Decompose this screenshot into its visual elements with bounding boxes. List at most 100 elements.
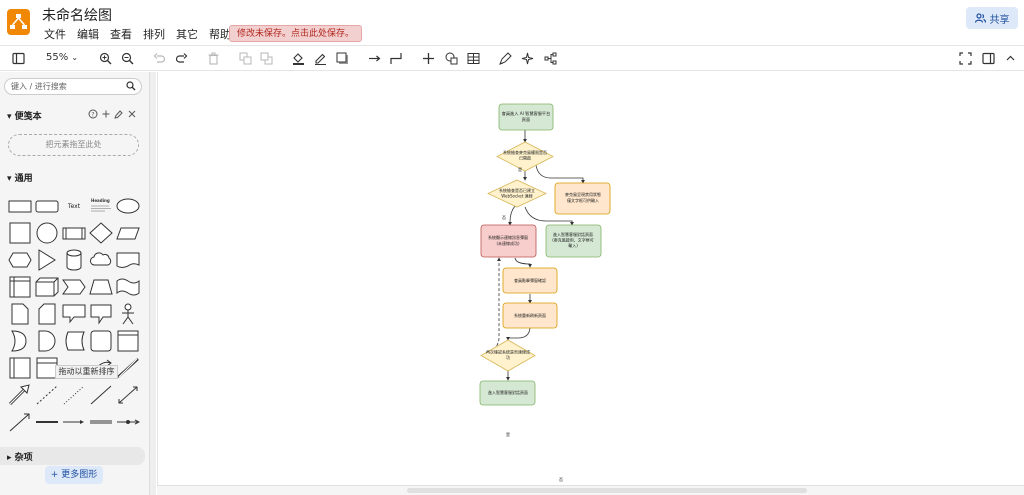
cloud-shape[interactable]: [89, 249, 113, 271]
ellipse-shape[interactable]: [116, 195, 140, 217]
note-shape[interactable]: [8, 303, 32, 325]
actor-shape[interactable]: [116, 303, 140, 325]
internal-storage-shape[interactable]: [8, 276, 32, 298]
canvas-horizontal-scrollbar[interactable]: [157, 485, 1024, 495]
container-shape[interactable]: [8, 357, 32, 379]
callout-shape[interactable]: [62, 303, 86, 325]
collapsed-triangle-icon: ▸: [7, 453, 12, 463]
to-back-icon[interactable]: [259, 51, 273, 65]
node-enter-chat: 進入智慧客服對話頁面: [479, 380, 536, 406]
document-title[interactable]: 未命名绘图: [42, 5, 112, 25]
zoom-in-icon[interactable]: [98, 51, 112, 65]
line-shape[interactable]: [89, 384, 113, 406]
shadow-icon[interactable]: [335, 51, 349, 65]
trapezoid-shape[interactable]: [89, 276, 113, 298]
line-color-icon[interactable]: [313, 51, 327, 65]
node-mic-disabled: 麥克風呈現禁用狀態 僅文字框可供輸入: [554, 182, 611, 215]
unsaved-changes-button[interactable]: 修改未保存。点击此处保存。: [229, 25, 363, 42]
search-icon[interactable]: [126, 81, 136, 91]
misc-section-header[interactable]: ▸ 杂项: [0, 447, 145, 465]
rounded-square-shape[interactable]: [89, 330, 113, 352]
square-shape[interactable]: [8, 222, 32, 244]
document-shape[interactable]: [116, 249, 140, 271]
collapse-chevron-up-icon[interactable]: [1003, 51, 1017, 65]
triangle-shape[interactable]: [35, 249, 59, 271]
link-line-shape[interactable]: [89, 411, 113, 433]
fullscreen-icon[interactable]: [958, 51, 972, 65]
sidebar-scrollbar[interactable]: [150, 72, 156, 495]
process-shape[interactable]: [62, 222, 86, 244]
menu-view[interactable]: 查看: [110, 26, 132, 42]
more-shapes-button[interactable]: + 更多图形: [45, 466, 103, 484]
drawing-canvas[interactable]: 會員進入 AI 智慧客服平台 頁面 系統檢查麥克風權限是否 已開啟 系統檢查是否…: [157, 72, 1024, 485]
zoom-out-icon[interactable]: [120, 51, 134, 65]
bidirectional-arrow-shape[interactable]: [116, 357, 140, 379]
fill-color-icon[interactable]: [291, 51, 305, 65]
menu-file[interactable]: 文件: [44, 26, 66, 42]
parallelogram-shape[interactable]: [116, 222, 140, 244]
edit-pencil-icon: [114, 110, 123, 119]
shapes-icon[interactable]: [444, 51, 458, 65]
label-yes-2: 是: [506, 431, 510, 437]
and-shape[interactable]: [35, 330, 59, 352]
svg-text:進入智慧客服對話頁面: 進入智慧客服對話頁面: [553, 231, 593, 237]
zoom-select[interactable]: 55% ⌄: [46, 52, 78, 63]
general-section-header[interactable]: ▾ 通用: [7, 171, 33, 184]
menu-arrange[interactable]: 排列: [143, 26, 165, 42]
card-shape[interactable]: [35, 303, 59, 325]
cylinder-shape[interactable]: [62, 249, 86, 271]
menu-extras[interactable]: 其它: [176, 26, 198, 42]
table-icon[interactable]: [466, 51, 480, 65]
arrow-right-shape[interactable]: [62, 411, 86, 433]
dashed-line-shape[interactable]: [35, 384, 59, 406]
misc-title-row: ▸ 杂项: [7, 450, 33, 463]
connector-shape[interactable]: [116, 411, 140, 433]
svg-text:已開啟: 已開啟: [519, 155, 531, 161]
right-panel-toggle-icon[interactable]: [981, 51, 995, 65]
edge-3-no: [535, 164, 585, 184]
data-storage-shape[interactable]: [62, 330, 86, 352]
edge-10-no: [484, 257, 501, 356]
redo-icon[interactable]: [174, 51, 188, 65]
scrollbar-thumb[interactable]: [407, 488, 807, 493]
double-arrow-line-shape[interactable]: [116, 384, 140, 406]
scratchpad-actions[interactable]: ?: [88, 109, 138, 119]
diamond-shape[interactable]: [89, 222, 113, 244]
dotted-line-shape[interactable]: [62, 384, 86, 406]
share-button[interactable]: 共享: [966, 7, 1018, 29]
waypoints-icon[interactable]: [389, 51, 403, 65]
textbox-shape[interactable]: Heading: [89, 195, 113, 217]
diagram-layout-icon[interactable]: [543, 51, 557, 65]
circle-shape[interactable]: [35, 222, 59, 244]
to-front-icon[interactable]: [238, 51, 252, 65]
node-check-mic-permission: 系統檢查麥克風權限是否 已開啟: [496, 141, 554, 172]
or-shape[interactable]: [8, 330, 32, 352]
thick-arrow-shape[interactable]: [8, 384, 32, 406]
connection-arrow-icon[interactable]: [367, 51, 381, 65]
tape-shape[interactable]: [116, 276, 140, 298]
frame-shape[interactable]: [116, 330, 140, 352]
menu-edit[interactable]: 编辑: [77, 26, 99, 42]
drawio-logo[interactable]: [7, 9, 30, 35]
cube-shape[interactable]: [35, 276, 59, 298]
label-no-1: 否: [502, 215, 506, 220]
shape-search-input[interactable]: 键入 / 进行搜索: [4, 78, 142, 95]
speech-bubble-shape[interactable]: [89, 303, 113, 325]
scratchpad-header[interactable]: ▾ 便笺本: [7, 109, 42, 122]
thick-line-shape[interactable]: [35, 411, 59, 433]
magic-sparkle-icon[interactable]: [520, 51, 534, 65]
rectangle-shape[interactable]: [8, 195, 32, 217]
step-shape[interactable]: [62, 276, 86, 298]
edit-style-icon[interactable]: [498, 51, 512, 65]
hexagon-shape[interactable]: [8, 249, 32, 271]
format-panel-toggle-icon[interactable]: [11, 51, 25, 65]
svg-text:輸入): 輸入): [568, 242, 578, 248]
delete-icon[interactable]: [206, 51, 220, 65]
menu-help[interactable]: 帮助: [209, 26, 231, 42]
scratchpad-dropzone[interactable]: 把元素拖至此处: [8, 134, 139, 156]
text-shape[interactable]: Text: [62, 195, 86, 217]
arrow-line-shape[interactable]: [8, 411, 32, 433]
undo-icon[interactable]: [152, 51, 166, 65]
rounded-rectangle-shape[interactable]: [35, 195, 59, 217]
insert-plus-icon[interactable]: [421, 51, 435, 65]
